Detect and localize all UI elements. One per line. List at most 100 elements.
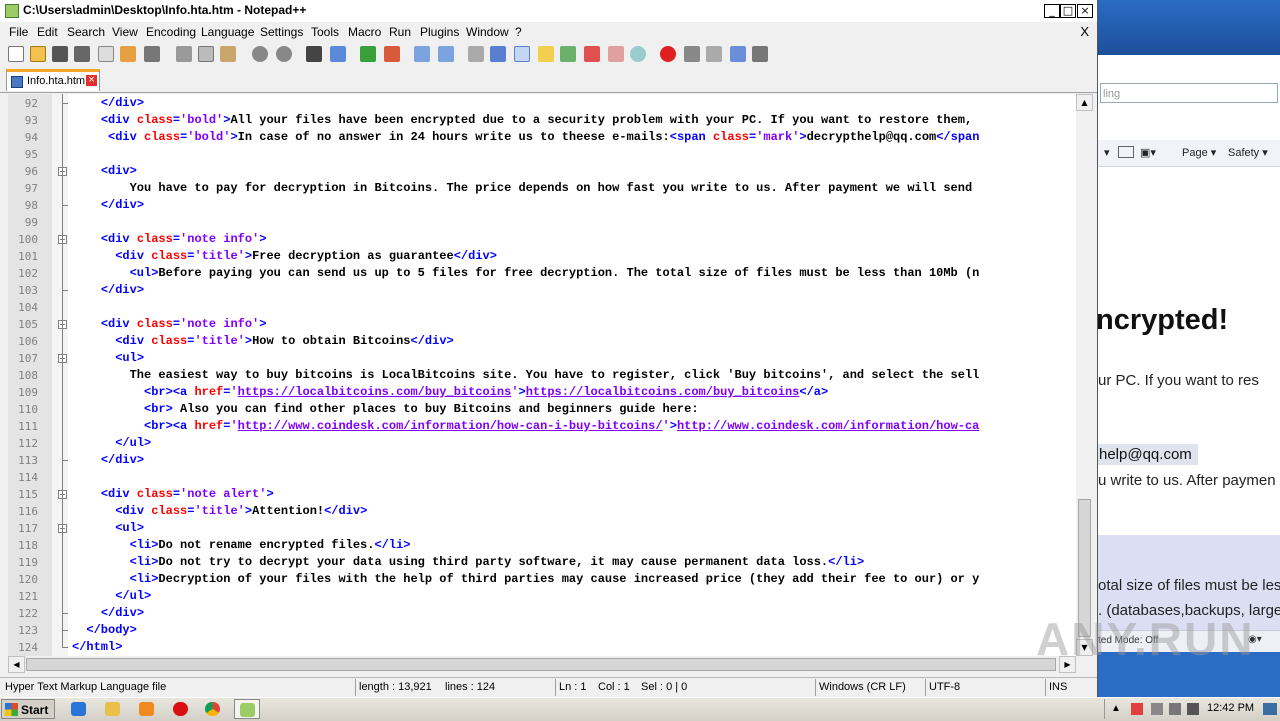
monitoring-icon[interactable] xyxy=(630,46,646,62)
taskbar-media-player[interactable] xyxy=(134,699,160,719)
menu-plugins[interactable]: Plugins xyxy=(420,25,459,39)
zoom-in-icon[interactable] xyxy=(360,46,376,62)
replace-icon[interactable] xyxy=(330,46,346,62)
zoom-out-icon[interactable] xyxy=(384,46,400,62)
page-menu[interactable]: Page ▾ xyxy=(1182,146,1216,159)
line-number: 119 xyxy=(18,556,38,569)
browser-titlebar xyxy=(1098,0,1280,55)
menu-bar: File Edit Search View Encoding Language … xyxy=(0,22,1097,42)
line-number: 96 xyxy=(24,165,38,178)
code-line: <br><a href='http://www.coindesk.com/inf… xyxy=(144,419,980,433)
horizontal-scroll-thumb[interactable] xyxy=(26,658,1056,671)
menu-settings[interactable]: Settings xyxy=(260,25,303,39)
sync-horizontal-icon[interactable] xyxy=(438,46,454,62)
start-button[interactable]: Start xyxy=(1,699,55,719)
copy-icon[interactable] xyxy=(198,46,214,62)
menu-language[interactable]: Language xyxy=(201,25,254,39)
function-list-icon[interactable] xyxy=(584,46,600,62)
save-icon[interactable] xyxy=(52,46,68,62)
action-center-icon[interactable] xyxy=(1131,703,1143,715)
undo-icon[interactable] xyxy=(252,46,268,62)
redo-icon[interactable] xyxy=(276,46,292,62)
open-file-icon[interactable] xyxy=(30,46,46,62)
minimize-button[interactable]: _ xyxy=(1044,4,1060,18)
menu-file[interactable]: File xyxy=(9,25,28,39)
code-line: </div> xyxy=(100,606,145,620)
menu-tools[interactable]: Tools xyxy=(311,25,339,39)
save-macro-icon[interactable] xyxy=(752,46,768,62)
menu-search[interactable]: Search xyxy=(67,25,105,39)
line-number: 104 xyxy=(18,301,38,314)
ransom-text-line: ur PC. If you want to res xyxy=(1098,372,1259,389)
fold-end-mark xyxy=(62,613,68,614)
feeds-icon[interactable]: ▾ xyxy=(1104,146,1110,159)
code-line: <div class='title'>How to obtain Bitcoin… xyxy=(115,334,454,348)
menu-view[interactable]: View xyxy=(112,25,138,39)
line-number: 94 xyxy=(24,131,38,144)
safety-menu[interactable]: Safety ▾ xyxy=(1228,146,1268,159)
line-number: 100 xyxy=(18,233,38,246)
run-macro-multiple-icon[interactable] xyxy=(730,46,746,62)
browser-search-box[interactable]: ling xyxy=(1100,83,1278,103)
status-separator xyxy=(1045,679,1046,696)
tab-info-hta-htm[interactable]: Info.hta.htm × xyxy=(6,69,100,91)
folder-workspace-icon[interactable] xyxy=(538,46,554,62)
line-number: 121 xyxy=(18,590,38,603)
paste-icon[interactable] xyxy=(220,46,236,62)
network-icon[interactable] xyxy=(1151,703,1163,715)
find-icon[interactable] xyxy=(306,46,322,62)
folder-icon xyxy=(105,702,120,716)
horizontal-scrollbar[interactable]: ◀ ▶ xyxy=(8,656,1076,673)
taskbar-explorer[interactable] xyxy=(100,699,126,719)
menu-edit[interactable]: Edit xyxy=(37,25,58,39)
notepadpp-icon xyxy=(240,703,255,717)
document-map-icon[interactable] xyxy=(560,46,576,62)
scroll-left-icon[interactable]: ◀ xyxy=(8,656,25,673)
status-insert-mode: INS xyxy=(1049,681,1068,693)
print-icon[interactable] xyxy=(144,46,160,62)
cut-icon[interactable] xyxy=(176,46,192,62)
maximize-button[interactable]: □ xyxy=(1060,4,1076,18)
record-macro-icon[interactable] xyxy=(660,46,676,62)
word-wrap-icon[interactable] xyxy=(468,46,484,62)
show-all-characters-icon[interactable] xyxy=(490,46,506,62)
stop-macro-icon[interactable] xyxy=(684,46,700,62)
code-line: </body> xyxy=(86,623,137,637)
browser-command-bar: ▾ ▣▾ Page ▾ Safety ▾ xyxy=(1098,140,1280,167)
indent-guide-icon[interactable] xyxy=(514,46,530,62)
print-icon[interactable]: ▣▾ xyxy=(1140,146,1156,159)
sync-vertical-icon[interactable] xyxy=(414,46,430,62)
close-all-icon[interactable] xyxy=(120,46,136,62)
new-file-icon[interactable] xyxy=(8,46,24,62)
code-editor[interactable]: 92 93 94 95 96 97 98 99 100 101 102 103 104 105 106 107… xyxy=(8,94,1076,656)
close-document-x[interactable]: X xyxy=(1080,24,1089,39)
taskbar-chrome[interactable] xyxy=(200,699,226,719)
toolbar xyxy=(0,42,1097,67)
menu-window[interactable]: Window xyxy=(466,25,509,39)
tray-expand-icon[interactable]: ▲ xyxy=(1111,703,1123,715)
menu-help[interactable]: ? xyxy=(515,25,522,39)
menu-encoding[interactable]: Encoding xyxy=(146,25,196,39)
display-icon[interactable] xyxy=(1169,703,1181,715)
vertical-scrollbar[interactable]: ▲ ▼ xyxy=(1076,94,1093,656)
taskbar-notepadpp-active[interactable] xyxy=(234,699,260,719)
show-desktop-icon[interactable] xyxy=(1263,703,1277,715)
play-macro-icon[interactable] xyxy=(706,46,722,62)
status-file-type: Hyper Text Markup Language file xyxy=(5,681,167,693)
background-browser-window: ling ▾ ▣▾ Page ▾ Safety ▾ ncrypted! ur P… xyxy=(1098,0,1280,697)
folder-as-workspace-icon[interactable] xyxy=(608,46,624,62)
menu-run[interactable]: Run xyxy=(389,25,411,39)
taskbar-antivirus[interactable] xyxy=(168,699,194,719)
mail-icon[interactable] xyxy=(1118,146,1134,158)
tab-close-icon[interactable]: × xyxy=(86,75,97,86)
taskbar-ie[interactable] xyxy=(66,699,92,719)
line-number: 122 xyxy=(18,607,38,620)
scroll-up-icon[interactable]: ▲ xyxy=(1076,94,1093,111)
line-number: 108 xyxy=(18,369,38,382)
code-line: </html> xyxy=(72,640,123,654)
close-file-icon[interactable] xyxy=(98,46,114,62)
volume-icon[interactable] xyxy=(1187,703,1199,715)
close-button[interactable]: × xyxy=(1077,4,1093,18)
menu-macro[interactable]: Macro xyxy=(348,25,381,39)
save-all-icon[interactable] xyxy=(74,46,90,62)
